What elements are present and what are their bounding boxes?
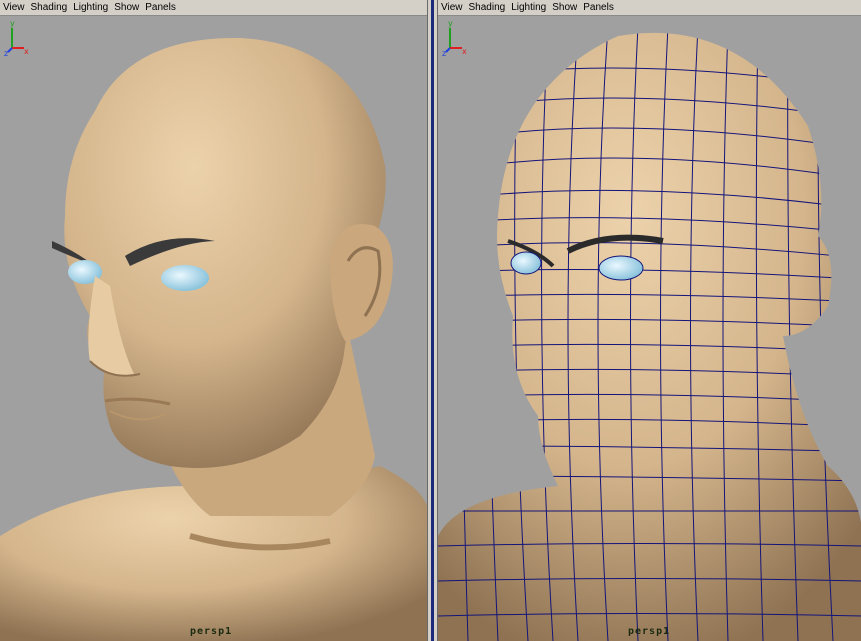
- menu-shading[interactable]: Shading: [30, 2, 73, 13]
- eye-right: [161, 265, 209, 291]
- panel-divider[interactable]: [428, 0, 436, 641]
- menu-shading[interactable]: Shading: [468, 2, 511, 13]
- axis-z-label: z: [442, 49, 446, 56]
- axis-y-label: y: [10, 19, 15, 28]
- menu-show[interactable]: Show: [113, 2, 144, 13]
- panel-menubar: View Shading Lighting Show Panels: [0, 0, 427, 16]
- menu-panels[interactable]: Panels: [144, 2, 181, 13]
- menu-panels[interactable]: Panels: [582, 2, 619, 13]
- menu-lighting[interactable]: Lighting: [510, 2, 551, 13]
- menu-lighting[interactable]: Lighting: [72, 2, 113, 13]
- perspective-viewport[interactable]: persp1 y x z: [438, 16, 861, 641]
- camera-label: persp1: [190, 626, 233, 637]
- eye-right: [598, 255, 644, 281]
- axis-x-label: x: [24, 47, 29, 56]
- axis-z-label: z: [4, 49, 8, 56]
- active-panel-highlight: [431, 0, 434, 641]
- shaded-head-model: [0, 37, 427, 641]
- camera-label: persp1: [628, 626, 671, 637]
- axis-x-label: x: [462, 47, 467, 56]
- axis-y-label: y: [448, 19, 453, 28]
- panel-menubar: View Shading Lighting Show Panels: [438, 0, 861, 16]
- axis-gizmo: y x z: [442, 19, 467, 56]
- menu-view[interactable]: View: [440, 2, 468, 13]
- wireframe-head-model: [438, 32, 861, 641]
- menu-view[interactable]: View: [2, 2, 30, 13]
- eye-left: [510, 251, 542, 275]
- viewport-panel-right[interactable]: View Shading Lighting Show Panels persp1…: [437, 0, 861, 641]
- menu-show[interactable]: Show: [551, 2, 582, 13]
- axis-gizmo: y x z: [4, 19, 29, 56]
- perspective-viewport[interactable]: persp1 y x z: [0, 16, 427, 641]
- viewport-panel-left[interactable]: View Shading Lighting Show Panels persp1…: [0, 0, 428, 641]
